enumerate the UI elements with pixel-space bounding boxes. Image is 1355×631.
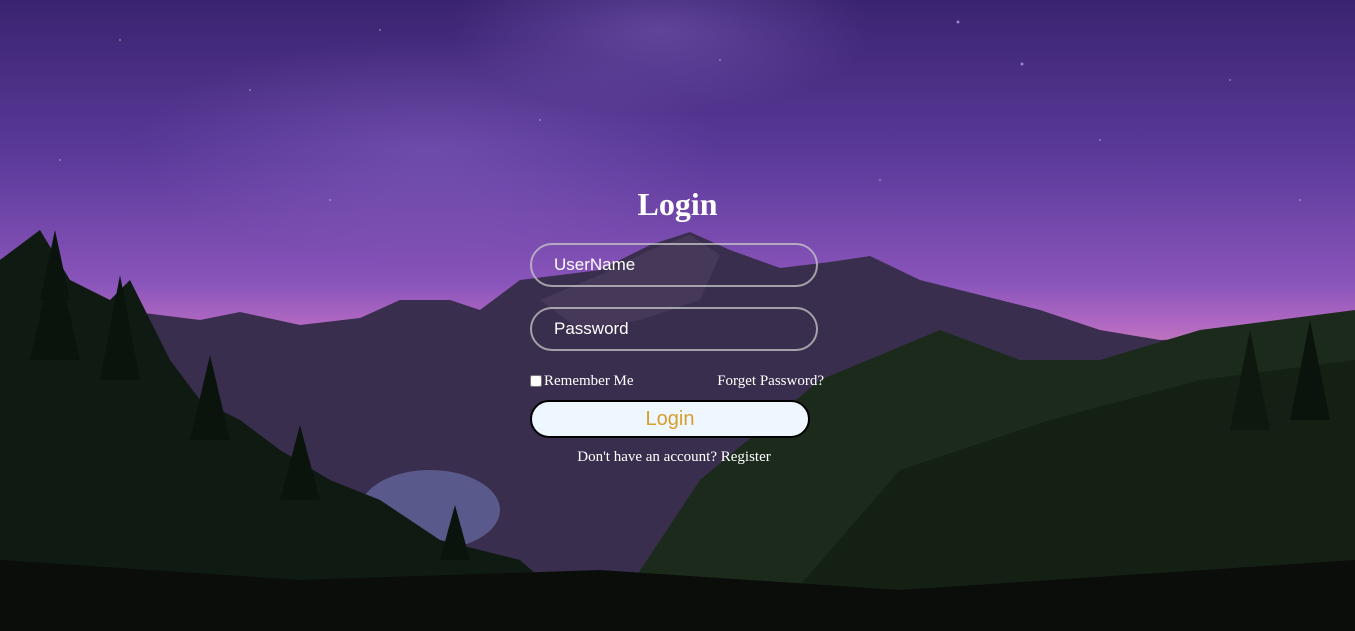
forgot-password-link[interactable]: Forget Password? (717, 373, 824, 390)
login-button[interactable]: Login (530, 400, 810, 438)
remember-me[interactable]: Remember Me (530, 373, 634, 390)
login-title: Login (637, 186, 718, 222)
no-account-text: Don't have an account? (577, 449, 717, 465)
register-link[interactable]: Register (721, 449, 771, 465)
remember-me-label: Remember Me (544, 372, 634, 389)
username-input[interactable] (530, 243, 818, 287)
password-input[interactable] (530, 307, 818, 351)
register-prompt: Don't have an account? Register (530, 449, 818, 466)
login-options-row: Remember Me Forget Password? (530, 371, 824, 391)
login-form: Login Remember Me Forget Password? Login… (530, 180, 825, 466)
remember-me-checkbox[interactable] (530, 375, 542, 387)
